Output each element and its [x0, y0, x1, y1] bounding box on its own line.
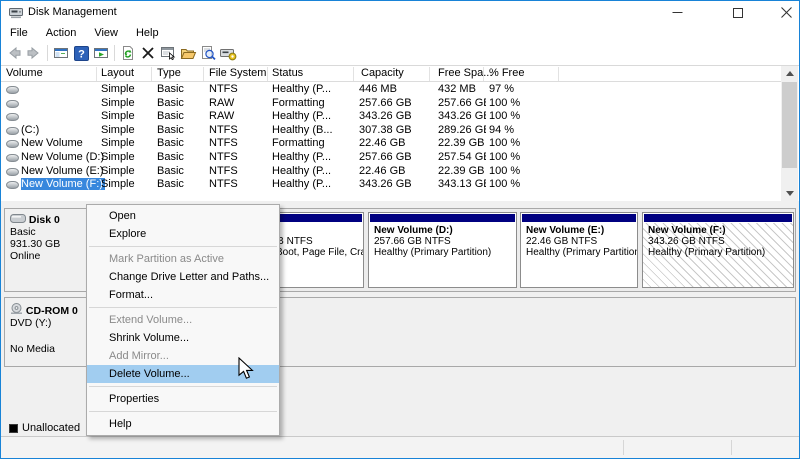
volume-list-header: Volume Layout Type File System Status Ca…: [1, 66, 781, 82]
scroll-down-button[interactable]: [781, 186, 798, 201]
volume-icon: [6, 154, 19, 162]
view-icon[interactable]: [198, 43, 218, 63]
table-row[interactable]: Simple Basic NTFS Healthy (P... 446 MB 4…: [1, 83, 781, 97]
partition-d[interactable]: New Volume (D:) 257.66 GB NTFS Healthy (…: [368, 212, 517, 288]
selected-volume-label: New Volume (F:): [21, 178, 105, 191]
forward-icon[interactable]: [24, 43, 44, 63]
partition-f-selected[interactable]: New Volume (F:) 343.26 GB NTFS Healthy (…: [642, 212, 794, 288]
volume-icon: [6, 167, 19, 176]
table-row[interactable]: Simple Basic RAW Healthy (P... 343.26 GB…: [1, 110, 781, 124]
menu-bar: File Action View Help: [1, 24, 799, 41]
volume-icon: [6, 181, 19, 190]
volume-list: Volume Layout Type File System Status Ca…: [1, 66, 799, 201]
delete-icon[interactable]: [138, 43, 158, 63]
help-icon[interactable]: ?: [71, 43, 91, 63]
refresh-icon[interactable]: [118, 43, 138, 63]
volume-icon: [6, 113, 19, 122]
scroll-up-button[interactable]: [781, 66, 798, 81]
open-folder-icon[interactable]: [178, 43, 198, 63]
menu-item-shrink-volume[interactable]: Shrink Volume...: [87, 329, 279, 347]
column-header-pct-free[interactable]: % Free: [489, 67, 524, 79]
menu-item-change-drive-letter[interactable]: Change Drive Letter and Paths...: [87, 268, 279, 286]
column-header-file-system[interactable]: File System: [209, 67, 266, 79]
volume-icon: [6, 126, 19, 135]
menu-item-help[interactable]: Help: [87, 415, 279, 433]
toolbar-separator: [114, 45, 115, 61]
column-header-type[interactable]: Type: [157, 67, 181, 79]
close-button[interactable]: [766, 1, 799, 24]
table-row[interactable]: New Volume Simple Basic NTFS Formatting …: [1, 137, 781, 151]
cdrom-drive: DVD (Y:): [10, 317, 52, 329]
unallocated-swatch: [9, 423, 18, 433]
maximize-button[interactable]: [718, 1, 758, 24]
back-icon[interactable]: [4, 43, 24, 63]
column-header-capacity[interactable]: Capacity: [361, 67, 404, 79]
title-bar[interactable]: Disk Management: [1, 1, 799, 24]
toolbar-separator: [47, 45, 48, 61]
menu-item-format[interactable]: Format...: [87, 286, 279, 304]
table-row[interactable]: (C:) Simple Basic NTFS Healthy (B... 307…: [1, 124, 781, 138]
cdrom-name: CD-ROM 0: [25, 305, 78, 317]
window-title: Disk Management: [28, 6, 117, 18]
svg-text:?: ?: [78, 48, 85, 60]
disk-management-app-icon: [9, 6, 23, 24]
disk0-kind: Basic: [10, 226, 36, 238]
menu-view[interactable]: View: [85, 26, 127, 40]
cd-rom-icon: [11, 303, 22, 314]
partition-e[interactable]: New Volume (E:) 22.46 GB NTFS Healthy (P…: [520, 212, 638, 288]
status-bar: [1, 437, 799, 458]
disk-management-window: Disk Management File Action View Help ?: [0, 0, 800, 459]
menu-action[interactable]: Action: [37, 26, 86, 40]
cdrom-media: No Media: [10, 343, 55, 355]
context-menu: Open Explore Mark Partition as Active Ch…: [86, 204, 280, 436]
disk0-size: 931.30 GB: [10, 238, 61, 250]
column-header-status[interactable]: Status: [272, 67, 303, 79]
volume-icon: [6, 86, 19, 94]
legend-unallocated: Unallocated: [9, 422, 80, 434]
column-header-free-space[interactable]: Free Spa...: [438, 67, 492, 79]
scrollbar-thumb[interactable]: [782, 82, 797, 168]
toolbar: ?: [1, 41, 799, 66]
menu-item-properties[interactable]: Properties: [87, 390, 279, 408]
column-header-layout[interactable]: Layout: [101, 67, 134, 79]
properties-icon[interactable]: [158, 43, 178, 63]
menu-separator: [89, 246, 277, 247]
menu-file[interactable]: File: [1, 26, 37, 40]
menu-item-explore[interactable]: Explore: [87, 225, 279, 243]
menu-item-open[interactable]: Open: [87, 207, 279, 225]
mouse-cursor: [238, 356, 260, 386]
menu-help[interactable]: Help: [127, 26, 168, 40]
disk-icon: [10, 214, 26, 223]
table-row-selected[interactable]: New Volume (F:) Simple Basic NTFS Health…: [1, 178, 781, 192]
disk0-info[interactable]: Disk 0 Basic 931.30 GB Online: [5, 209, 91, 291]
menu-item-extend-volume: Extend Volume...: [109, 314, 193, 326]
menu-separator: [89, 386, 277, 387]
table-row[interactable]: Simple Basic RAW Formatting 257.66 GB 25…: [1, 97, 781, 111]
show-action-pane-icon[interactable]: [91, 43, 111, 63]
menu-separator: [89, 411, 277, 412]
volume-icon: [6, 140, 19, 149]
menu-separator: [89, 307, 277, 308]
volume-icon: [6, 99, 19, 108]
disk0-status: Online: [10, 250, 41, 262]
table-row[interactable]: New Volume (E:) Simple Basic NTFS Health…: [1, 165, 781, 179]
disk0-name: Disk 0: [28, 214, 60, 226]
column-header-volume[interactable]: Volume: [6, 67, 43, 79]
show-console-tree-icon[interactable]: [51, 43, 71, 63]
cdrom-info[interactable]: CD-ROM 0 DVD (Y:) No Media: [5, 298, 91, 366]
menu-item-mark-partition-active: Mark Partition as Active: [109, 253, 224, 265]
vertical-scrollbar[interactable]: [781, 66, 798, 201]
minimize-button[interactable]: [657, 1, 697, 24]
table-row[interactable]: New Volume (D:) Simple Basic NTFS Health…: [1, 151, 781, 165]
disk-management-console-icon[interactable]: [218, 43, 238, 63]
